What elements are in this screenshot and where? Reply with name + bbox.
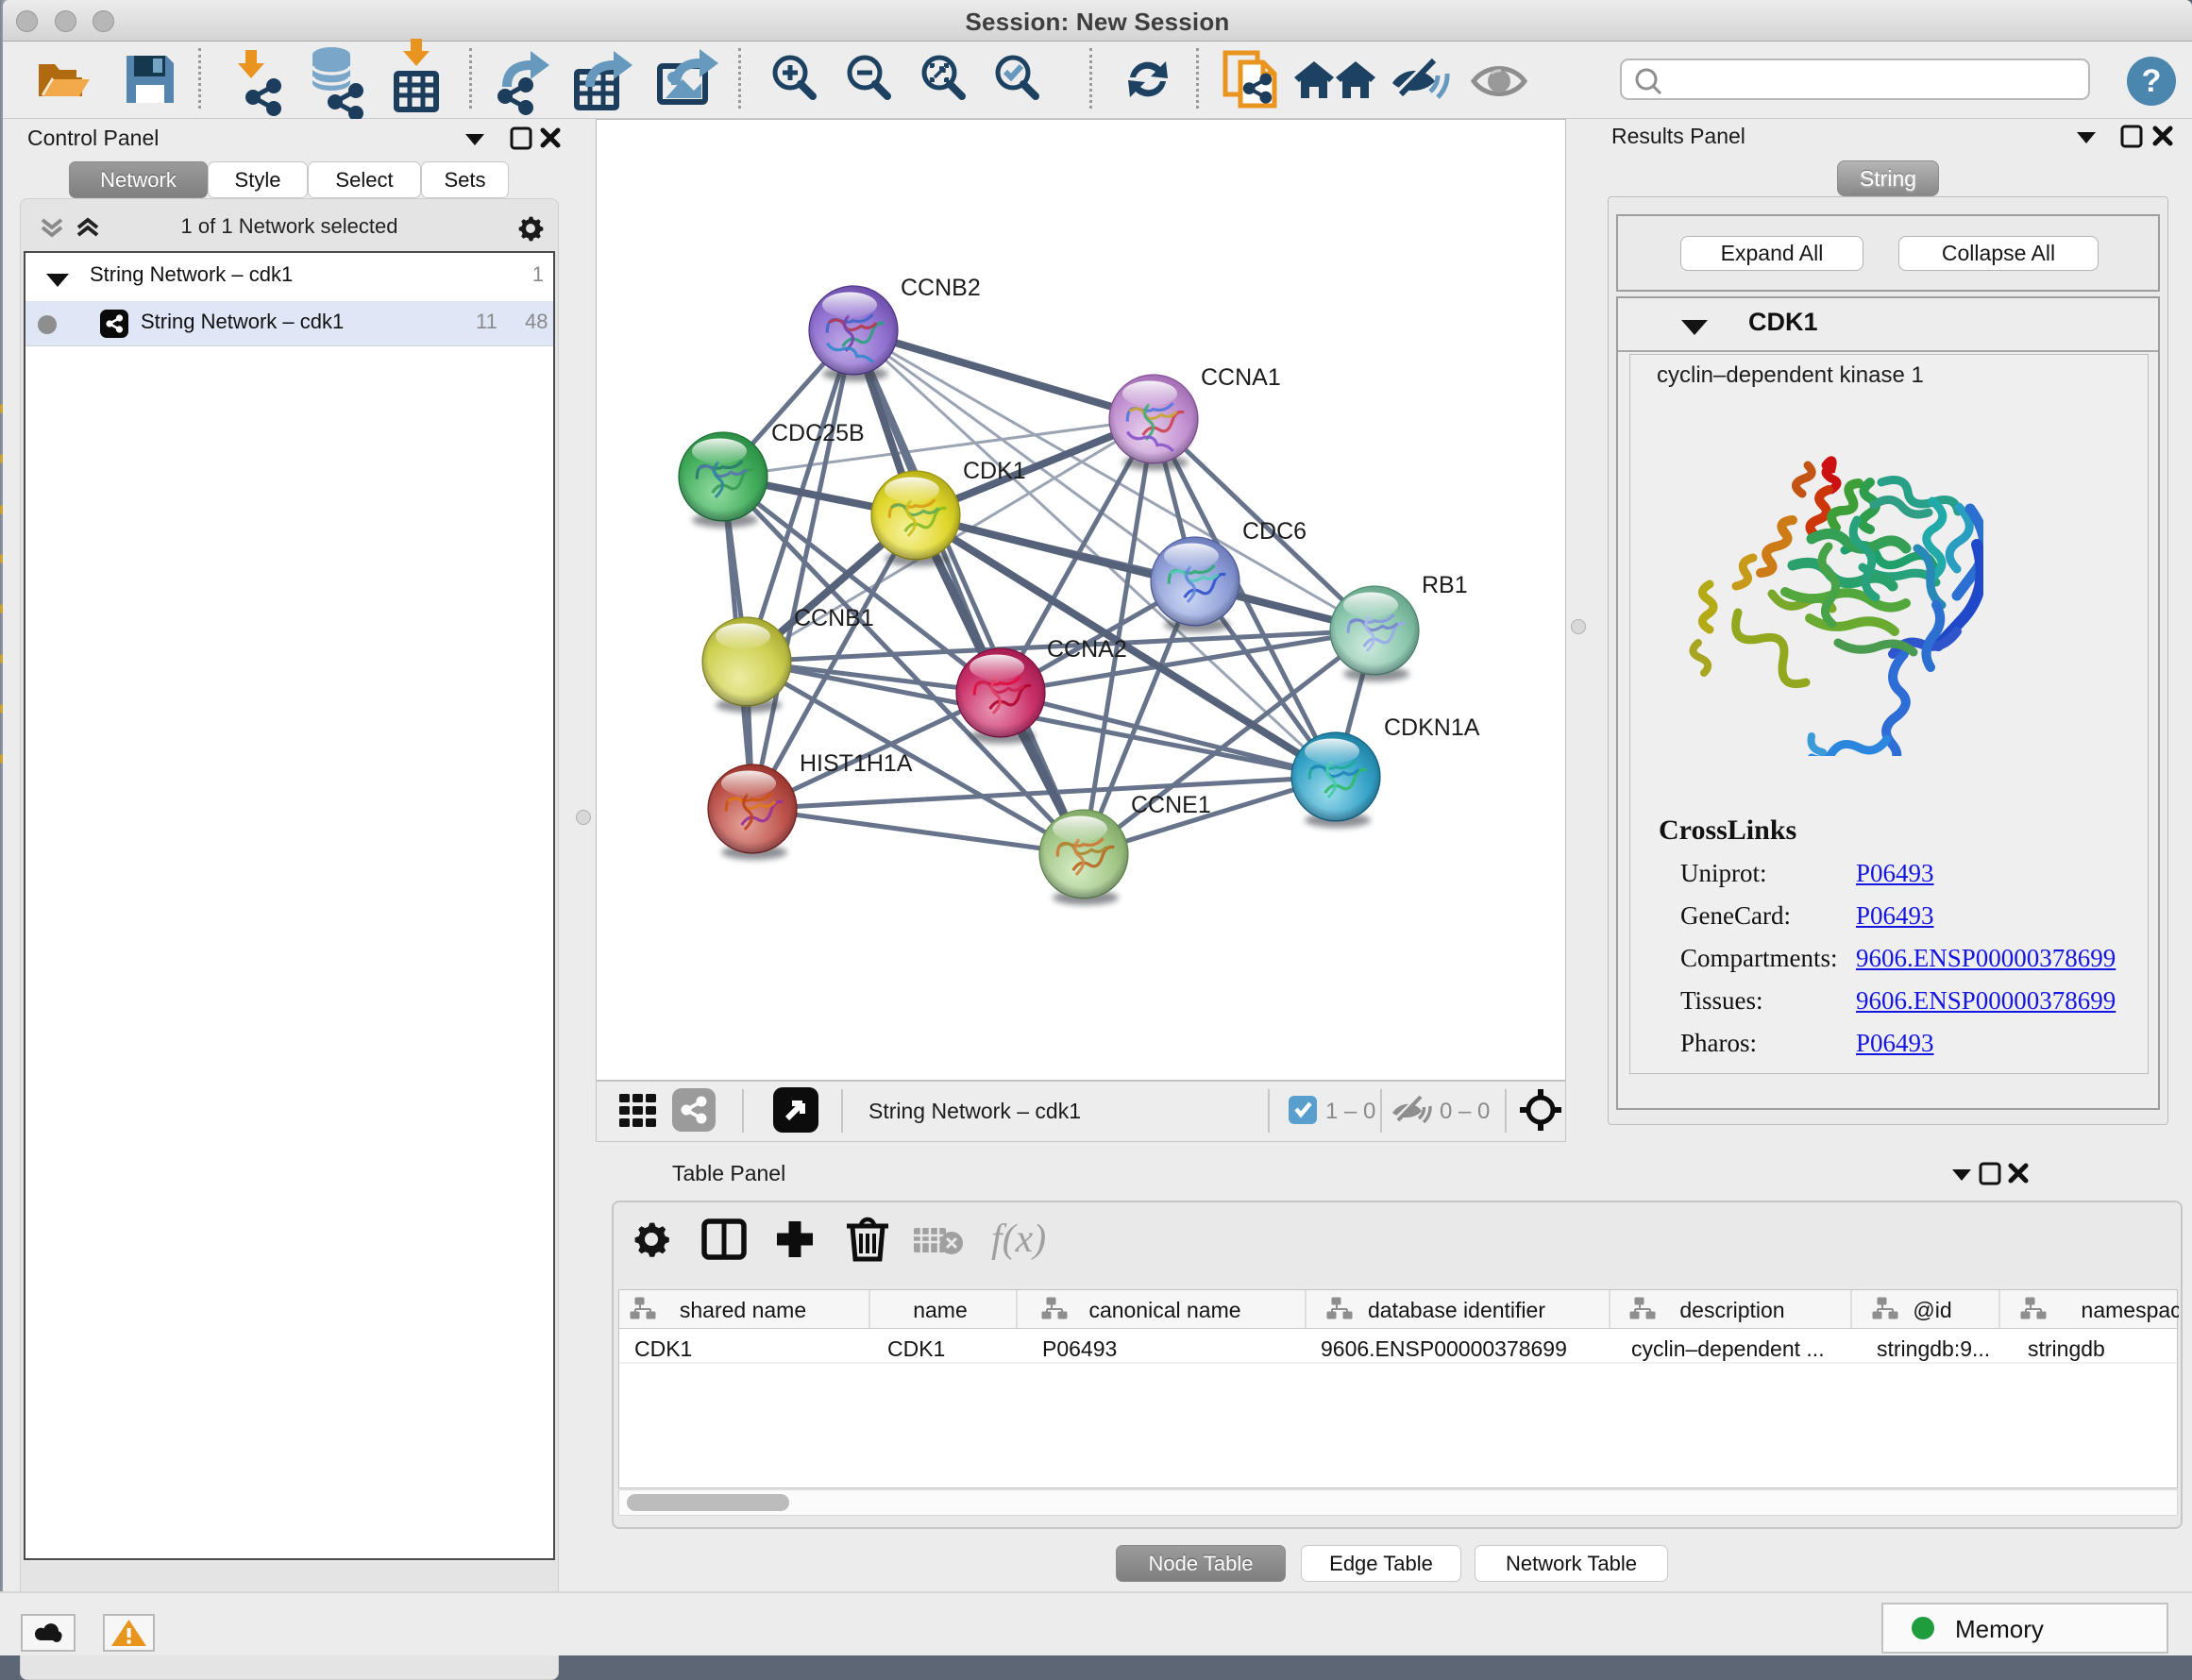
svg-text:shared name: shared name: [680, 1298, 806, 1322]
svg-text:@id: @id: [1913, 1298, 1951, 1322]
svg-text:CCNE1: CCNE1: [1131, 792, 1211, 818]
svg-text:stringdb:9...: stringdb:9...: [1877, 1336, 1990, 1361]
svg-text:CDK1: CDK1: [634, 1336, 692, 1361]
svg-text:CCNB1: CCNB1: [794, 605, 874, 631]
svg-text:P06493: P06493: [1042, 1336, 1117, 1361]
svg-text:CDK1: CDK1: [963, 458, 1026, 484]
svg-text:f(x): f(x): [991, 1218, 1046, 1261]
svg-text:namespace: namespace: [2082, 1298, 2179, 1322]
svg-text:CCNB2: CCNB2: [901, 275, 981, 301]
svg-text:canonical name: canonical name: [1088, 1298, 1240, 1322]
svg-text:CDC25B: CDC25B: [771, 420, 865, 446]
svg-text:name: name: [913, 1298, 968, 1322]
svg-text:1 – 0: 1 – 0: [1325, 1099, 1375, 1124]
svg-text:9606.ENSP00000378699: 9606.ENSP00000378699: [1321, 1336, 1567, 1361]
svg-text:database identifier: database identifier: [1368, 1298, 1545, 1322]
svg-text:HIST1H1A: HIST1H1A: [800, 750, 913, 777]
svg-text:description: description: [1679, 1298, 1784, 1322]
svg-text:CDK1: CDK1: [887, 1336, 945, 1361]
svg-text:stringdb: stringdb: [2028, 1336, 2105, 1361]
svg-text:0 – 0: 0 – 0: [1440, 1099, 1490, 1124]
svg-text:cyclin–dependent ...: cyclin–dependent ...: [1631, 1336, 1825, 1361]
svg-text:String Network – cdk1: String Network – cdk1: [868, 1099, 1081, 1123]
svg-text:CDC6: CDC6: [1242, 518, 1307, 545]
svg-text:CCNA1: CCNA1: [1201, 364, 1281, 391]
svg-text:CCNA2: CCNA2: [1047, 636, 1127, 663]
svg-text:RB1: RB1: [1422, 572, 1468, 598]
svg-text:CDKN1A: CDKN1A: [1384, 714, 1480, 741]
svg-text:?: ?: [2142, 63, 2162, 99]
